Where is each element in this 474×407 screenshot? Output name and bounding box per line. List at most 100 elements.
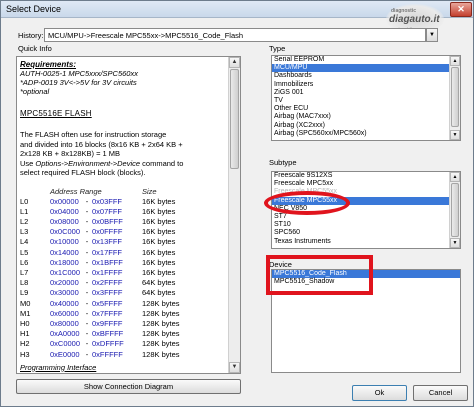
list-item[interactable]: Serial EEPROM [272,56,460,64]
list-item[interactable]: TV [272,97,460,105]
list-item[interactable]: Airbag (SPC560xx/MPC560x) [272,130,460,138]
block-start-address: 0x08000 [50,216,79,226]
scroll-up-button[interactable]: ▲ [229,57,240,68]
block-end-address: 0x2FFFF [92,278,123,288]
block-start-address: 0x14000 [50,247,79,257]
block-end-address: 0x1BFFF [92,257,123,267]
description-line: select required FLASH block (blocks). [20,168,146,177]
block-size: 16K bytes [142,267,176,277]
list-item[interactable]: Texas Instruments [272,238,460,246]
quick-info-label: Quick Info [18,44,52,53]
block-size: 64K bytes [142,278,176,288]
requirement-line: AUTH-0025-1 MPC5xxx/SPC560xx [20,69,138,78]
range-dash: - [85,288,89,298]
block-start-address: 0x1C000 [50,267,81,277]
show-connection-diagram-button[interactable]: Show Connection Diagram [16,379,241,394]
block-end-address: 0x5FFFF [92,298,123,308]
block-name: L1 [20,206,29,216]
block-name: H3 [20,349,30,359]
history-dropdown-button[interactable]: ▼ [426,28,438,42]
logo-line-2: diagauto.it [389,14,440,25]
table-header: Address Range Size [20,187,202,197]
table-row: L4 0x10000-0x13FFF 16K bytes [20,237,202,247]
programming-interface-title: Programming Interface [20,362,97,372]
block-name: H2 [20,339,30,349]
requirements-title: Requirements: [20,60,77,69]
table-row: H3 0xE0000-0xFFFFF 128K bytes [20,350,202,360]
scroll-thumb[interactable] [451,183,459,237]
range-dash: - [85,298,89,308]
list-item[interactable]: SPC560 [272,229,460,237]
table-row: L1 0x04000-0x07FFF 16K bytes [20,207,202,217]
history-combobox[interactable]: MCU/MPU->Freescale MPC55xx->MPC5516_Code… [44,28,426,42]
block-name: L4 [20,237,29,247]
scroll-up-button[interactable]: ▲ [450,56,460,66]
list-item[interactable]: Airbag (XC2xxx) [272,122,460,130]
list-item[interactable]: Freescale MPC5xx [272,180,460,188]
block-end-address: 0xBFFFF [92,329,124,339]
history-label: History: [18,31,44,40]
scroll-up-button[interactable]: ▲ [450,172,460,182]
title-bar[interactable]: Select Device diagnostic diagauto.it aut… [1,1,473,34]
table-row: H1 0xA0000-0xBFFFF 128K bytes [20,329,202,339]
list-item[interactable]: Other ECU [272,105,460,113]
block-start-address: 0x30000 [50,288,79,298]
block-size: 16K bytes [142,227,176,237]
type-scrollbar[interactable]: ▲ ▼ [449,56,460,140]
list-item[interactable]: Immobilizers [272,81,460,89]
quick-info-scrollbar[interactable]: ▲ ▼ [228,57,240,373]
block-size: 16K bytes [142,237,176,247]
block-start-address: 0x04000 [50,206,79,216]
size-header: Size [142,186,157,196]
block-size: 128K bytes [142,318,180,328]
block-name: L2 [20,216,29,226]
block-start-address: 0xC0000 [50,339,81,349]
description-line: 2x128 KB + 8x128KB) = 1 MB [20,149,121,158]
list-item[interactable]: ZiGS 001 [272,89,460,97]
list-item[interactable]: Freescale 9S12XS [272,172,460,180]
list-item[interactable]: MCU/MPU [272,64,460,73]
block-size: 16K bytes [142,206,176,216]
block-end-address: 0x3FFFF [92,288,123,298]
table-row: L3 0x0C000-0x0FFFF 16K bytes [20,227,202,237]
subtype-highlight-oval [264,191,350,215]
ok-button[interactable]: Ok [352,385,407,401]
scroll-thumb[interactable] [451,67,459,127]
block-start-address: 0xA0000 [50,329,80,339]
quick-info-panel[interactable]: Requirements: AUTH-0025-1 MPC5xxx/SPC560… [16,56,241,374]
scroll-down-button[interactable]: ▼ [450,238,460,248]
arrow-up-icon: ▲ [231,59,238,65]
range-dash: - [85,216,89,226]
address-range-header: Address Range [50,186,102,196]
close-button[interactable]: ✕ [450,2,472,17]
list-item[interactable]: Dashboards [272,72,460,80]
block-start-address: 0xE0000 [50,349,80,359]
scroll-thumb[interactable] [230,69,239,169]
block-size: 16K bytes [142,257,176,267]
list-item[interactable]: ST10 [272,221,460,229]
description-text: Use [20,158,36,168]
quick-info-content: Requirements: AUTH-0025-1 MPC5xxx/SPC560… [20,60,228,372]
table-row: L2 0x08000-0x0BFFF 16K bytes [20,217,202,227]
scroll-down-button[interactable]: ▼ [450,130,460,140]
description-text: command to [140,158,184,168]
block-size: 128K bytes [142,298,180,308]
arrow-down-icon: ▼ [452,132,458,138]
list-item[interactable]: Airbag (MAC7xxx) [272,113,460,121]
table-row: L8 0x20000-0x2FFFF 64K bytes [20,278,202,288]
subtype-label: Subtype [269,158,297,167]
block-start-address: 0x20000 [50,278,79,288]
block-size: 16K bytes [142,216,176,226]
close-icon: ✕ [457,4,465,14]
arrow-up-icon: ▲ [452,58,458,64]
cancel-button[interactable]: Cancel [413,385,468,401]
subtype-scrollbar[interactable]: ▲ ▼ [449,172,460,248]
range-dash: - [85,267,89,277]
range-dash: - [85,329,89,339]
type-list[interactable]: Serial EEPROM MCU/MPU Dashboards Immobilize… [271,55,461,141]
flash-blocks-table: Address Range Size L0 0x00000-0x03FFF 16K … [20,187,202,360]
arrow-down-icon: ▼ [231,364,238,370]
scroll-down-button[interactable]: ▼ [229,362,240,373]
block-name: L6 [20,257,29,267]
block-name: L0 [20,196,29,206]
